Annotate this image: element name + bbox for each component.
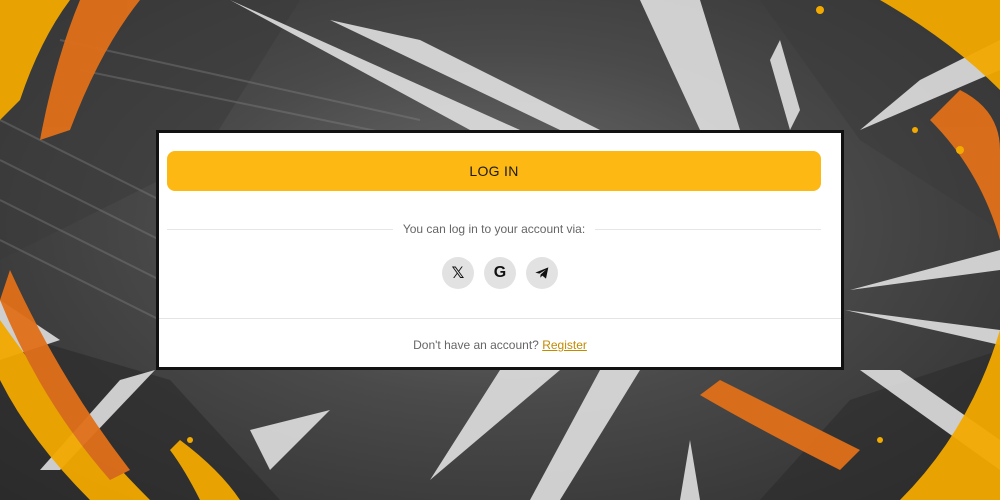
x-icon: 𝕏 <box>451 263 465 282</box>
telegram-login-button[interactable] <box>526 257 558 289</box>
login-button[interactable]: LOG IN <box>167 151 821 191</box>
social-login-caption: You can log in to your account via: <box>402 222 586 236</box>
register-prompt-text: Don't have an account? <box>413 338 539 352</box>
page-background: LOG IN You can log in to your account vi… <box>0 0 1000 500</box>
divider-line-right <box>595 228 821 230</box>
login-modal: LOG IN You can log in to your account vi… <box>156 130 844 370</box>
footer-separator <box>159 318 841 319</box>
google-icon: G <box>493 264 507 281</box>
social-login-divider: You can log in to your account via: <box>167 219 821 239</box>
telegram-icon <box>535 267 549 279</box>
x-login-button[interactable]: 𝕏 <box>442 257 474 289</box>
google-login-button[interactable]: G <box>484 257 516 289</box>
register-link[interactable]: Register <box>542 338 587 352</box>
divider-line-left <box>167 228 393 230</box>
register-prompt: Don't have an account? Register <box>159 338 841 352</box>
social-login-buttons: 𝕏 G <box>159 257 841 291</box>
